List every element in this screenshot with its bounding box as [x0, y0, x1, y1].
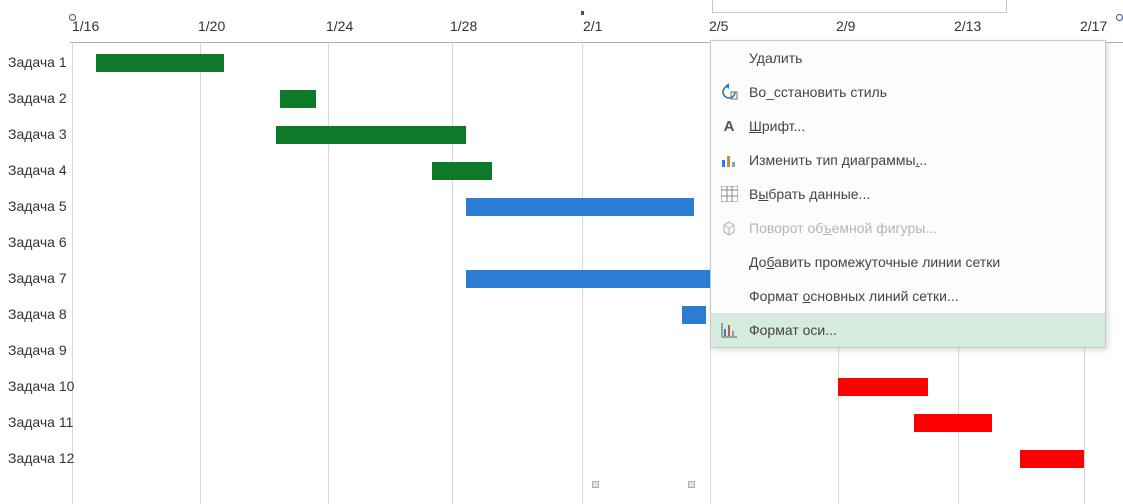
- x-tick: 2/5: [709, 18, 747, 34]
- menu-label: Поворот объемной фигуры...: [749, 220, 937, 236]
- x-tick: 2/1: [583, 18, 621, 34]
- menu-reset-style[interactable]: Во_сстановить стиль: [711, 75, 1105, 109]
- menu-label: Изменить тип диаграммы...: [749, 152, 927, 168]
- menu-label: Формат оси...: [749, 322, 837, 338]
- gantt-bar[interactable]: [1020, 450, 1084, 468]
- gantt-bar[interactable]: [432, 162, 492, 180]
- menu-font[interactable]: A Шрифт...: [711, 109, 1105, 143]
- x-tick: 2/17: [1080, 18, 1118, 34]
- select-data-icon: [719, 184, 739, 204]
- bar-chart-icon: [719, 150, 739, 170]
- tooltip-box: [712, 0, 1007, 13]
- selection-handles: [592, 481, 696, 489]
- row-label: Задача 9: [8, 342, 67, 358]
- x-tick: 2/13: [954, 18, 992, 34]
- format-axis-icon: [719, 320, 739, 340]
- menu-label: Удалить: [749, 50, 802, 66]
- gantt-bar[interactable]: [466, 198, 694, 216]
- font-icon: A: [719, 116, 739, 136]
- menu-label: Выбрать данные...: [749, 186, 870, 202]
- x-tick: 1/24: [326, 18, 364, 34]
- x-tick: 1/28: [450, 18, 488, 34]
- row-label: Задача 3: [8, 126, 67, 142]
- menu-format-major-gridlines[interactable]: Формат основных линий сетки...: [711, 279, 1105, 313]
- menu-label: Шрифт...: [749, 118, 805, 134]
- reset-style-icon: [719, 82, 739, 102]
- cube-icon: [719, 218, 739, 238]
- menu-select-data[interactable]: Выбрать данные...: [711, 177, 1105, 211]
- table-row: Задача 10: [0, 370, 1123, 406]
- menu-label: Формат основных линий сетки...: [749, 288, 959, 304]
- table-row: Задача 11: [0, 406, 1123, 442]
- x-tick: 2/9: [836, 18, 874, 34]
- gantt-bar[interactable]: [280, 90, 316, 108]
- gantt-bar[interactable]: [838, 378, 928, 396]
- menu-delete[interactable]: Удалить: [711, 41, 1105, 75]
- row-label: Задача 12: [8, 450, 74, 466]
- selection-handle[interactable]: [688, 481, 695, 488]
- x-axis[interactable]: 1/16 1/20 1/24 1/28 2/1 2/5 2/9 2/13 2/1…: [70, 18, 1123, 42]
- row-label: Задача 8: [8, 306, 67, 322]
- axis-handle-center[interactable]: [581, 11, 584, 15]
- row-label: Задача 4: [8, 162, 67, 178]
- menu-label: Во_сстановить стиль: [749, 84, 887, 100]
- menu-add-minor-gridlines[interactable]: Добавить промежуточные линии сетки: [711, 245, 1105, 279]
- table-row: Задача 12: [0, 442, 1123, 478]
- row-label: Задача 1: [8, 54, 67, 70]
- row-label: Задача 7: [8, 270, 67, 286]
- menu-change-chart-type[interactable]: Изменить тип диаграммы...: [711, 143, 1105, 177]
- row-label: Задача 5: [8, 198, 67, 214]
- selection-handle[interactable]: [592, 481, 599, 488]
- context-menu: Удалить Во_сстановить стиль A Шрифт... И…: [710, 40, 1106, 348]
- gantt-bar[interactable]: [914, 414, 992, 432]
- x-tick: 1/20: [198, 18, 236, 34]
- menu-3d-rotation: Поворот объемной фигуры...: [711, 211, 1105, 245]
- gantt-bar[interactable]: [276, 126, 466, 144]
- row-label: Задача 2: [8, 90, 67, 106]
- x-tick: 1/16: [72, 18, 110, 34]
- menu-format-axis[interactable]: Формат оси...: [711, 313, 1105, 347]
- menu-label: Добавить промежуточные линии сетки: [749, 254, 1000, 270]
- row-label: Задача 6: [8, 234, 67, 250]
- gantt-bar[interactable]: [682, 306, 706, 324]
- gantt-bar[interactable]: [96, 54, 224, 72]
- row-label: Задача 11: [8, 414, 73, 430]
- row-label: Задача 10: [8, 378, 74, 394]
